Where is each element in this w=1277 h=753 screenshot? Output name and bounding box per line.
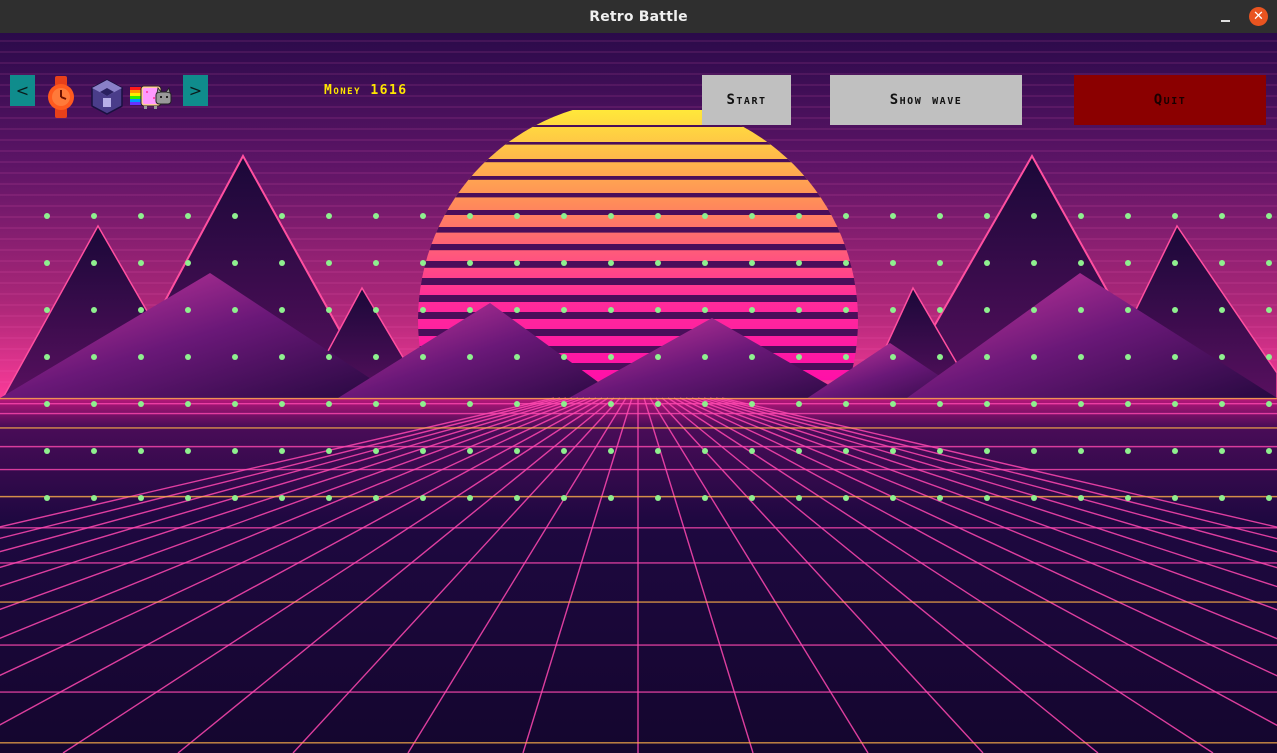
prev-tower-button[interactable]: <	[10, 75, 35, 106]
watch-icon	[48, 76, 74, 118]
game-window: Retro Battle ✕ < > Money 1616 Start Show…	[0, 0, 1277, 753]
start-button[interactable]: Start	[702, 75, 791, 125]
next-tower-button[interactable]: >	[183, 75, 208, 106]
tower-slot-nyan-cat[interactable]	[130, 76, 175, 118]
title-bar: Retro Battle ✕	[0, 0, 1277, 33]
quit-button[interactable]: Quit	[1074, 75, 1266, 125]
game-scene[interactable]: < > Money 1616 Start Show wave Quit	[0, 33, 1277, 753]
window-title: Retro Battle	[589, 8, 688, 25]
show-wave-button[interactable]: Show wave	[830, 75, 1022, 125]
close-button[interactable]: ✕	[1249, 7, 1268, 26]
gamecube-icon	[91, 79, 123, 115]
retro-background	[0, 33, 1277, 753]
minimize-button[interactable]	[1216, 7, 1235, 26]
tower-slot-watch[interactable]	[46, 76, 76, 118]
money-display: Money 1616	[324, 83, 408, 98]
tower-slot-gamecube[interactable]	[90, 76, 124, 118]
nyan-cat-icon	[130, 85, 172, 109]
